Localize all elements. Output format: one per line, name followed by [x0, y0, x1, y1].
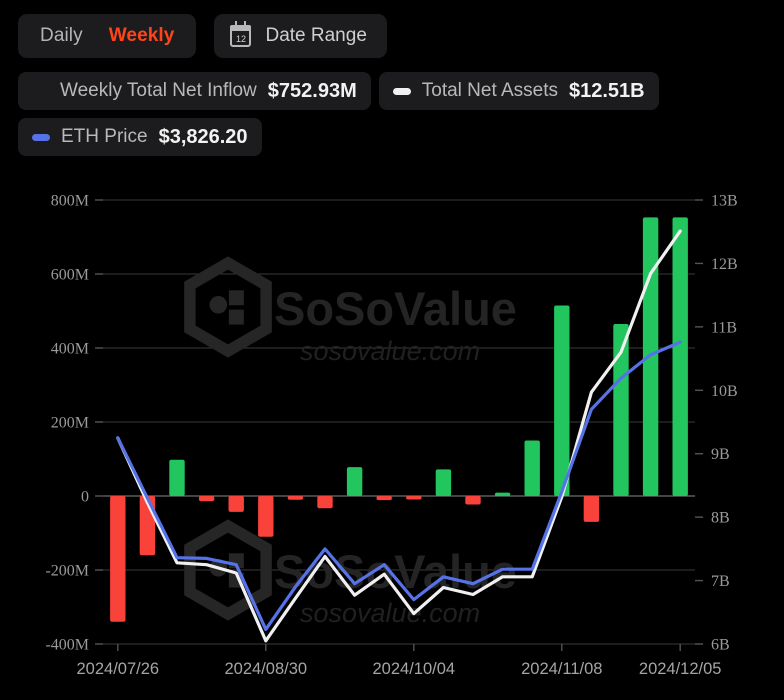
- white-line-marker-icon: [392, 87, 411, 95]
- left-axis-tick-label: 0: [81, 489, 89, 506]
- right-axis-tick-label: 6B: [711, 637, 730, 654]
- bar[interactable]: [376, 496, 392, 501]
- x-axis-tick-label: 2024/11/08: [521, 660, 602, 678]
- right-axis-tick-label: 12B: [711, 256, 738, 273]
- x-axis-tick-label: 2024/12/05: [639, 660, 722, 678]
- calendar-icon-number: 12: [235, 34, 246, 44]
- bar[interactable]: [583, 496, 600, 522]
- bar[interactable]: [435, 469, 452, 496]
- bar[interactable]: [110, 496, 126, 622]
- left-axis-tick-label: 200M: [51, 415, 89, 432]
- legend-row-secondary: ETH Price $3,826.20: [18, 118, 262, 156]
- date-range-button[interactable]: 12 Date Range: [214, 14, 387, 58]
- legend-label-total-net-assets: Total Net Assets: [421, 80, 558, 101]
- bar[interactable]: [465, 496, 481, 505]
- legend-item-eth-price[interactable]: ETH Price $3,826.20: [18, 118, 262, 156]
- legend-value-total-net-assets: $12.51B: [568, 79, 645, 102]
- left-axis-tick-label: -400M: [45, 637, 89, 654]
- right-axis-tick-label: 9B: [711, 446, 730, 463]
- calendar-icon: 12: [230, 21, 252, 47]
- bar[interactable]: [406, 496, 422, 500]
- x-axis-tick-label: 2024/08/30: [225, 660, 308, 678]
- legend-label-weekly-total-net-inflow: Weekly Total Net Inflow: [60, 80, 257, 101]
- right-axis-tick-label: 7B: [711, 573, 730, 590]
- chart-canvas: 800M 600M 400M 200M 0 -200M -400M 13B 12B 11B 10B 9…: [45, 193, 738, 679]
- legend-item-weekly-total-net-inflow[interactable]: Weekly Total Net Inflow $752.93M: [18, 72, 371, 110]
- x-axis-tick-label: 2024/07/26: [77, 660, 160, 678]
- bar[interactable]: [317, 496, 333, 509]
- left-axis-tick-label: 400M: [51, 341, 89, 358]
- left-axis-tick-label: 600M: [51, 267, 89, 284]
- bar[interactable]: [494, 492, 511, 497]
- watermark-logo-icon: [184, 256, 272, 358]
- date-range-label: Date Range: [265, 25, 367, 46]
- watermark-text: SoSoValue: [274, 282, 517, 335]
- bar[interactable]: [228, 496, 244, 512]
- bar[interactable]: [198, 496, 215, 502]
- legend-item-total-net-assets[interactable]: Total Net Assets $12.51B: [378, 72, 659, 110]
- bar[interactable]: [672, 217, 688, 496]
- bar[interactable]: [287, 496, 304, 500]
- frequency-option-daily[interactable]: Daily: [40, 25, 83, 47]
- controls-bar: Daily Weekly 12 Date Range: [18, 14, 387, 58]
- etf-flow-chart: 800M 600M 400M 200M 0 -200M -400M 13B 12B 11B 10B 9…: [0, 160, 784, 700]
- bar[interactable]: [258, 496, 274, 537]
- left-axis-tick-label: -200M: [45, 563, 89, 580]
- right-axis-tick-label: 13B: [711, 193, 738, 210]
- right-axis-tick-label: 10B: [711, 383, 738, 400]
- frequency-option-weekly[interactable]: Weekly: [109, 25, 175, 47]
- bar[interactable]: [554, 305, 570, 496]
- bar[interactable]: [169, 459, 185, 496]
- blue-line-marker-icon: [32, 133, 50, 141]
- legend-value-eth-price: $3,826.20: [158, 125, 248, 148]
- bar[interactable]: [524, 440, 540, 497]
- legend-label-eth-price: ETH Price: [61, 126, 148, 147]
- left-axis-tick-label: 800M: [51, 193, 89, 210]
- x-axis-tick-label: 2024/10/04: [373, 660, 456, 678]
- legend-row-primary: Weekly Total Net Inflow $752.93M Total N…: [18, 72, 659, 110]
- legend-value-weekly-total-net-inflow: $752.93M: [267, 79, 357, 102]
- right-axis-tick-label: 8B: [711, 510, 730, 527]
- bar[interactable]: [346, 467, 363, 496]
- frequency-toggle[interactable]: Daily Weekly: [18, 14, 197, 58]
- watermark-text: sosovalue.com: [300, 336, 480, 366]
- watermark-text: sosovalue.com: [300, 598, 480, 628]
- right-axis-tick-label: 11B: [711, 319, 737, 336]
